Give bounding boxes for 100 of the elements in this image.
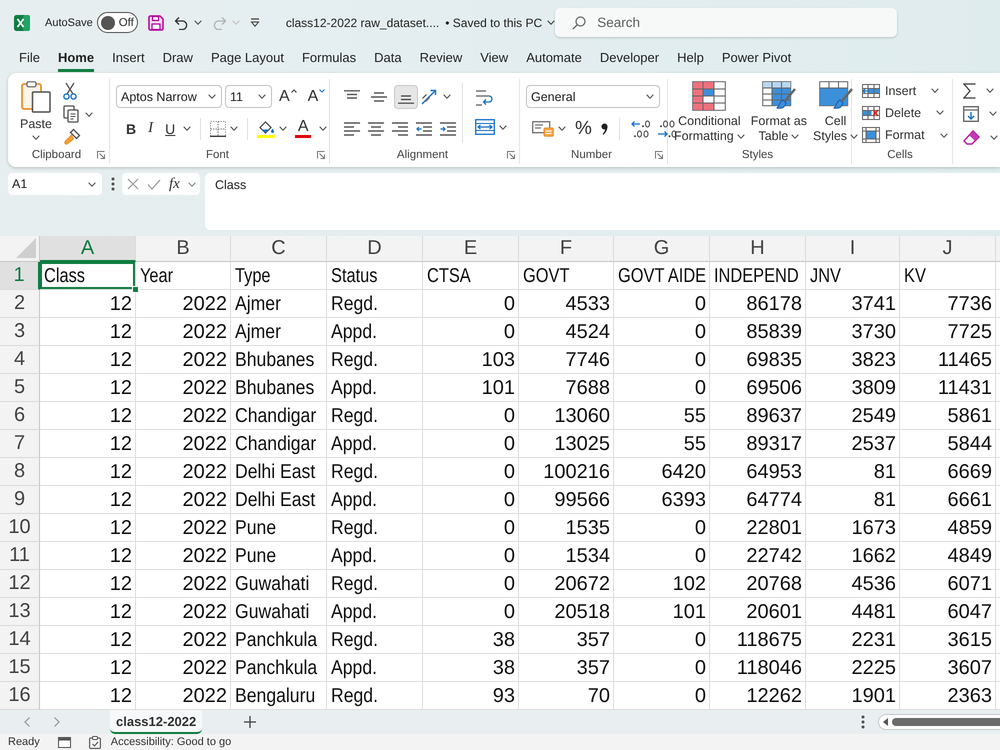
table-cell[interactable]: 12 <box>40 486 136 514</box>
cell-styles-button[interactable]: Cell Styles <box>812 79 860 146</box>
table-cell[interactable]: 3809 <box>806 374 900 402</box>
table-cell[interactable]: 118046 <box>710 654 806 682</box>
horizontal-scrollbar[interactable] <box>878 714 1000 730</box>
table-cell[interactable]: 12 <box>40 318 136 346</box>
table-cell[interactable]: 2225 <box>806 654 900 682</box>
table-cell[interactable]: 4533 <box>519 290 614 318</box>
left-triangle-icon[interactable] <box>883 718 888 726</box>
table-cell[interactable]: 2022 <box>136 598 231 626</box>
table-cell[interactable]: Delhi East <box>231 458 327 486</box>
table-cell[interactable]: 89637 <box>710 402 806 430</box>
caret-icon[interactable] <box>194 20 202 25</box>
table-cell[interactable]: 2549 <box>806 402 900 430</box>
table-cell[interactable]: 85839 <box>710 318 806 346</box>
caret-icon[interactable] <box>230 126 238 131</box>
accessibility-status[interactable]: Accessibility: Good to go <box>110 736 232 748</box>
table-cell[interactable]: 0 <box>423 598 519 626</box>
table-cell[interactable]: Status <box>327 262 423 290</box>
row-header[interactable]: 14 <box>0 626 40 654</box>
row-header[interactable]: 3 <box>0 318 40 346</box>
table-cell[interactable]: 86178 <box>710 290 806 318</box>
table-cell[interactable]: 12 <box>40 402 136 430</box>
more-icon[interactable] <box>861 715 865 729</box>
table-cell[interactable]: 0 <box>423 542 519 570</box>
table-cell[interactable]: 22801 <box>710 514 806 542</box>
table-cell[interactable]: 357 <box>519 626 614 654</box>
row-header[interactable]: 5 <box>0 374 40 402</box>
table-cell[interactable]: 2022 <box>136 514 231 542</box>
table-cell[interactable]: 2022 <box>136 346 231 374</box>
caret-icon[interactable] <box>319 126 328 131</box>
table-cell[interactable]: 102 <box>614 570 710 598</box>
corner-arrow-icon[interactable] <box>655 151 663 159</box>
table-cell[interactable]: 13060 <box>519 402 614 430</box>
ribbon-tab[interactable]: Draw <box>162 45 193 72</box>
table-cell[interactable]: 0 <box>423 570 519 598</box>
format-button[interactable]: Format <box>858 124 950 146</box>
table-cell[interactable]: 12 <box>40 598 136 626</box>
align-center-icon[interactable] <box>368 122 384 136</box>
row-header[interactable]: 12 <box>0 570 40 598</box>
table-cell[interactable]: Chandigar <box>231 402 327 430</box>
table-cell[interactable]: 0 <box>614 654 710 682</box>
table-cell[interactable]: 118675 <box>710 626 806 654</box>
table-cell[interactable]: 0 <box>614 346 710 374</box>
column-header[interactable]: J <box>900 236 996 262</box>
ribbon-tab[interactable]: Help <box>677 45 704 72</box>
table-cell[interactable]: 0 <box>614 626 710 654</box>
table-cell[interactable]: Ajmer <box>231 318 327 346</box>
row-header[interactable]: 6 <box>0 402 40 430</box>
table-cell[interactable]: 55 <box>614 430 710 458</box>
table-cell[interactable]: Type <box>231 262 327 290</box>
more-icon[interactable] <box>111 177 115 191</box>
table-cell[interactable]: INDEPEND <box>710 262 806 290</box>
table-cell[interactable]: 12 <box>40 458 136 486</box>
table-cell[interactable]: 0 <box>423 318 519 346</box>
merge-cells-icon[interactable] <box>475 119 495 135</box>
table-cell[interactable]: 20601 <box>710 598 806 626</box>
table-cell[interactable]: 6669 <box>900 458 996 486</box>
table-cell[interactable]: 2022 <box>136 290 231 318</box>
table-cell[interactable]: Appd. <box>327 374 423 402</box>
table-cell[interactable]: Appd. <box>327 654 423 682</box>
table-cell[interactable]: Year <box>136 262 231 290</box>
italic-button[interactable]: I <box>144 116 158 140</box>
ribbon-tab[interactable]: Page Layout <box>210 45 284 72</box>
table-cell[interactable]: 1534 <box>519 542 614 570</box>
table-cell[interactable]: 20672 <box>519 570 614 598</box>
table-cell[interactable]: 101 <box>423 374 519 402</box>
table-cell[interactable]: 22742 <box>710 542 806 570</box>
eraser-icon[interactable] <box>963 130 980 145</box>
caret-icon[interactable] <box>558 126 566 131</box>
table-cell[interactable]: Regd. <box>327 514 423 542</box>
table-cell[interactable]: 13025 <box>519 430 614 458</box>
font-name-dropdown[interactable]: Aptos Narrow <box>116 85 222 108</box>
search-field[interactable]: Search <box>555 8 898 37</box>
table-cell[interactable]: Guwahati <box>231 570 327 598</box>
font-color-button[interactable]: A <box>291 116 316 140</box>
diagonal-arrow-icon[interactable] <box>421 88 439 104</box>
table-cell[interactable]: Regd. <box>327 570 423 598</box>
table-cell[interactable]: 357 <box>519 654 614 682</box>
column-header[interactable]: E <box>423 236 519 262</box>
table-cell[interactable]: 0 <box>614 318 710 346</box>
formula-field[interactable]: Class <box>205 173 1000 230</box>
caret-icon[interactable] <box>443 94 451 99</box>
table-cell[interactable]: Bhubanes <box>231 346 327 374</box>
table-cell[interactable]: 81 <box>806 486 900 514</box>
caret-icon[interactable] <box>990 134 998 140</box>
paste-button[interactable]: Paste <box>20 79 52 143</box>
sigma-icon[interactable] <box>963 82 976 99</box>
table-cell[interactable]: Regd. <box>327 346 423 374</box>
table-cell[interactable]: Class <box>40 262 136 290</box>
insert-function-button[interactable]: fx <box>169 176 180 192</box>
row-header[interactable]: 11 <box>0 542 40 570</box>
table-cell[interactable]: 2022 <box>136 402 231 430</box>
corner-arrow-icon[interactable] <box>317 151 325 159</box>
copy-icon[interactable] <box>62 105 79 123</box>
paintbrush-icon[interactable] <box>62 128 81 146</box>
table-cell[interactable]: 12 <box>40 374 136 402</box>
row-header[interactable]: 9 <box>0 486 40 514</box>
table-cell[interactable]: 5861 <box>900 402 996 430</box>
ribbon-tab[interactable]: Power Pivot <box>722 45 792 72</box>
